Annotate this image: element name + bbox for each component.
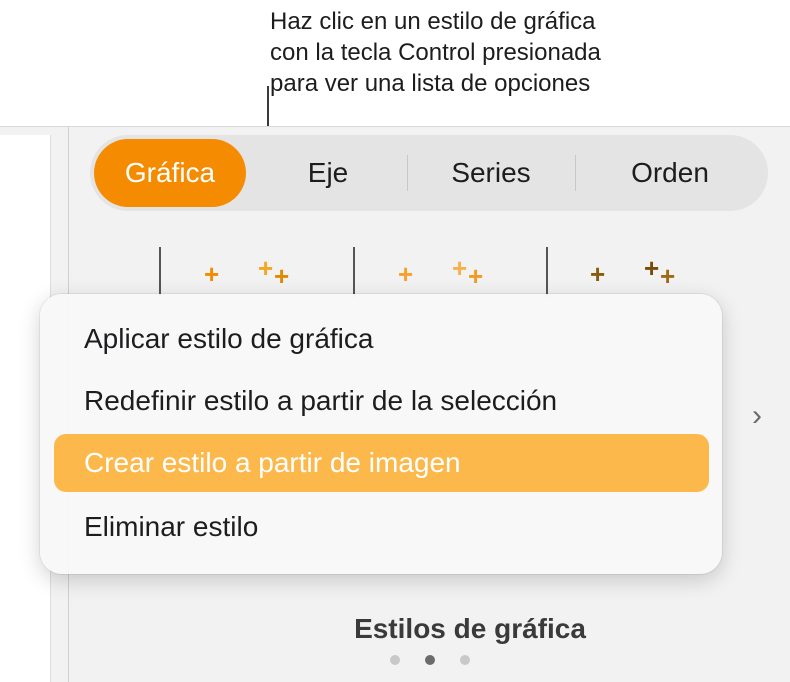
plus-icon[interactable]: + [590, 259, 605, 290]
callout-line-3: para ver una lista de opciones [270, 70, 591, 97]
page-dot[interactable] [460, 655, 470, 665]
scatter-style-icon[interactable]: + [274, 261, 289, 292]
scatter-style-icon[interactable]: + [644, 253, 659, 284]
scatter-style-icon[interactable]: + [660, 261, 675, 292]
menu-item-delete-style[interactable]: Eliminar estilo [54, 498, 709, 556]
thumbnail-axis [159, 247, 161, 297]
plus-icon[interactable]: + [398, 259, 413, 290]
context-menu: Aplicar estilo de gráfica Redefinir esti… [40, 294, 722, 574]
tab-eje[interactable]: Eje [250, 135, 406, 211]
menu-item-redefine-style[interactable]: Redefinir estilo a partir de la selecció… [54, 372, 709, 430]
scatter-style-icon[interactable]: + [452, 253, 467, 284]
scatter-style-icon[interactable]: + [468, 261, 483, 292]
chevron-right-icon[interactable]: › [752, 399, 762, 433]
tab-orden[interactable]: Orden [576, 135, 764, 211]
inspector-tabbar: Gráfica Eje Series Orden [90, 135, 768, 211]
plus-icon[interactable]: + [204, 259, 219, 290]
callout-line-2: con la tecla Control presionada [270, 39, 601, 66]
menu-item-apply-style[interactable]: Aplicar estilo de gráfica [54, 310, 709, 368]
tab-grafica[interactable]: Gráfica [94, 139, 246, 207]
callout-line-1: Haz clic en un estilo de gráfica [270, 8, 596, 35]
thumbnail-axis [546, 247, 548, 297]
page-dot[interactable] [390, 655, 400, 665]
scatter-style-icon[interactable]: + [258, 253, 273, 284]
page-indicator [390, 655, 480, 669]
tab-series[interactable]: Series [408, 135, 574, 211]
page-dot-current[interactable] [425, 655, 435, 665]
thumbnail-axis [353, 247, 355, 297]
menu-item-create-style[interactable]: Crear estilo a partir de imagen [54, 434, 709, 492]
callout-text: Haz clic en un estilo de gráfica con la … [270, 6, 601, 99]
chart-styles-label: Estilos de gráfica [354, 613, 586, 644]
